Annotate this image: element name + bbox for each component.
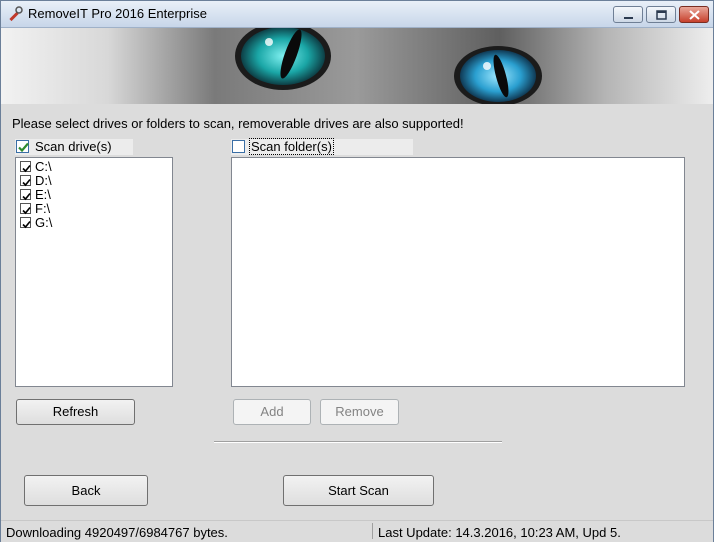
- checkmark-icon: [22, 206, 31, 215]
- drive-checkbox[interactable]: [20, 189, 31, 201]
- minimize-button[interactable]: [613, 6, 643, 23]
- drive-item[interactable]: C:\: [20, 160, 160, 174]
- close-button[interactable]: [679, 6, 709, 23]
- instructions-text: Please select drives or folders to scan,…: [12, 116, 464, 131]
- add-folder-button[interactable]: Add: [233, 399, 311, 425]
- scan-drives-label[interactable]: Scan drive(s): [35, 139, 112, 154]
- drive-item[interactable]: D:\: [20, 174, 160, 188]
- drive-label: F:\: [35, 201, 51, 216]
- drive-checkbox[interactable]: [20, 217, 31, 229]
- title-bar[interactable]: RemoveIT Pro 2016 Enterprise: [1, 1, 713, 28]
- back-button[interactable]: Back: [24, 475, 148, 506]
- scan-folders-label[interactable]: Scan folder(s): [249, 138, 334, 155]
- checkmark-icon: [22, 164, 31, 173]
- checkmark-icon: [22, 192, 31, 201]
- drive-checkbox[interactable]: [20, 203, 31, 215]
- drive-label: G:\: [35, 215, 53, 230]
- scan-drives-checkbox[interactable]: [16, 140, 29, 153]
- checkmark-icon: [18, 142, 29, 153]
- checkmark-icon: [22, 178, 31, 187]
- drive-item[interactable]: E:\: [20, 188, 160, 202]
- scan-folders-checkbox[interactable]: [232, 140, 245, 153]
- folder-list[interactable]: [231, 157, 685, 387]
- drive-label: C:\: [35, 159, 52, 174]
- close-icon: [689, 10, 700, 20]
- download-status: Downloading 4920497/6984767 bytes.: [6, 525, 228, 540]
- window-title: RemoveIT Pro 2016 Enterprise: [28, 6, 207, 21]
- maximize-button[interactable]: [646, 6, 676, 23]
- drive-item[interactable]: G:\: [20, 216, 160, 230]
- separator: [214, 441, 502, 443]
- main-window: RemoveIT Pro 2016 Enterprise Please sele…: [0, 0, 714, 542]
- drive-label: D:\: [35, 173, 52, 188]
- drive-item[interactable]: F:\: [20, 202, 160, 216]
- remove-folder-button[interactable]: Remove: [320, 399, 399, 425]
- status-divider: [372, 523, 373, 539]
- start-scan-button[interactable]: Start Scan: [283, 475, 434, 506]
- drive-checkbox[interactable]: [20, 175, 31, 187]
- wrench-icon: [7, 6, 23, 22]
- drive-list[interactable]: C:\ D:\ E:\ F:\ G:\: [15, 157, 173, 387]
- refresh-button[interactable]: Refresh: [16, 399, 135, 425]
- drive-checkbox[interactable]: [20, 161, 31, 173]
- status-bar: Downloading 4920497/6984767 bytes. Last …: [1, 520, 713, 542]
- cat-eyes-banner: [1, 28, 713, 104]
- last-update-status: Last Update: 14.3.2016, 10:23 AM, Upd 5.: [378, 525, 621, 540]
- maximize-icon: [656, 10, 667, 20]
- drive-label: E:\: [35, 187, 51, 202]
- minimize-icon: [624, 17, 633, 19]
- checkmark-icon: [22, 220, 31, 229]
